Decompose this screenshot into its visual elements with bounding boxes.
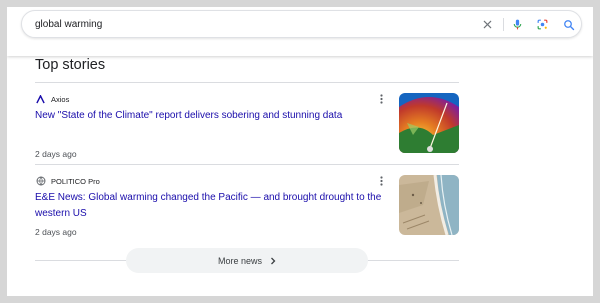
story-headline[interactable]: New "State of the Climate" report delive… <box>35 108 385 124</box>
microphone-icon[interactable] <box>509 16 526 33</box>
coastline-aerial-thumbnail[interactable] <box>399 175 459 235</box>
story-card[interactable]: Axios New "State of the Climate" report … <box>35 93 461 163</box>
more-options-icon[interactable] <box>375 93 387 105</box>
climate-gauge-thumbnail[interactable] <box>399 93 459 153</box>
story-age: 2 days ago <box>35 227 77 237</box>
search-box[interactable] <box>21 10 582 38</box>
story-source: Axios <box>35 93 69 105</box>
section-divider <box>35 82 459 83</box>
axios-logo-icon <box>35 94 46 105</box>
story-divider <box>35 164 459 165</box>
section-title: Top stories <box>35 57 106 73</box>
close-icon[interactable] <box>479 16 496 33</box>
page-frame: Top stories Axios New "State of the Clim… <box>7 7 593 296</box>
story-source-name: Axios <box>51 94 70 104</box>
more-options-icon[interactable] <box>375 175 387 187</box>
search-input[interactable] <box>35 16 465 33</box>
story-card[interactable]: POLITICO Pro E&E News: Global warming ch… <box>35 175 461 245</box>
chevron-right-icon <box>270 252 276 270</box>
lens-icon[interactable] <box>534 16 551 33</box>
search-divider <box>503 18 504 31</box>
story-source: POLITICO Pro <box>35 175 100 187</box>
search-icon[interactable] <box>560 16 577 33</box>
story-source-name: POLITICO Pro <box>51 176 100 186</box>
story-headline[interactable]: E&E News: Global warming changed the Pac… <box>35 190 385 221</box>
more-news-button[interactable]: More news <box>126 248 368 273</box>
more-news-label: More news <box>217 255 262 266</box>
search-header <box>7 7 593 56</box>
story-age: 2 days ago <box>35 149 77 159</box>
globe-icon <box>35 176 46 187</box>
